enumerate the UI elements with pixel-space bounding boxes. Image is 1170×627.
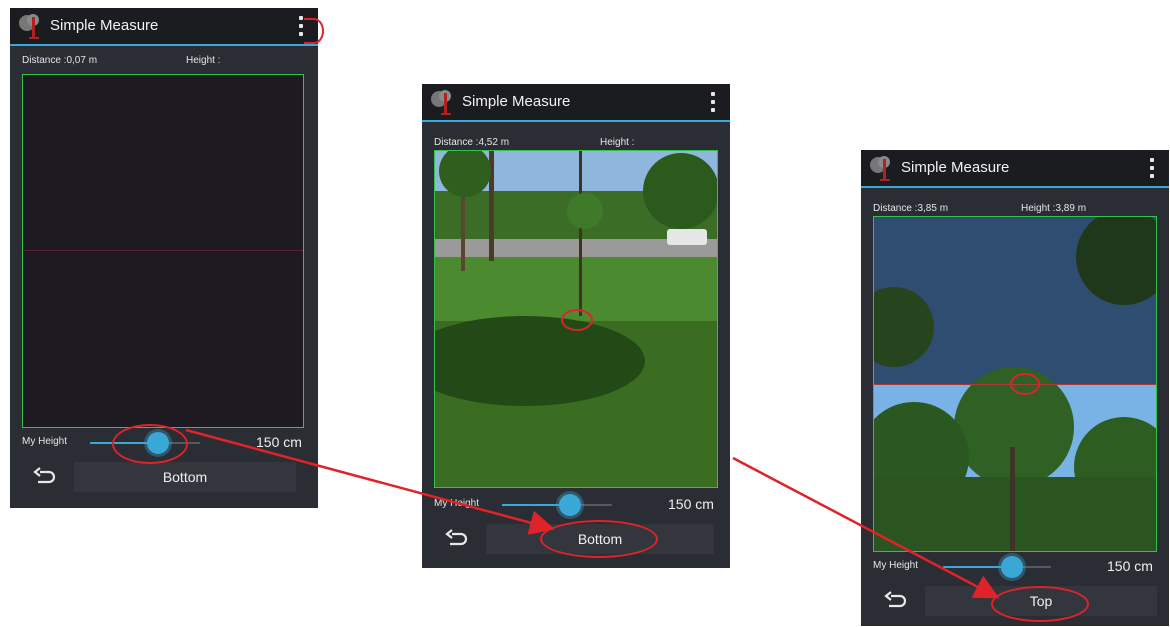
annotation-arrow-1 (185, 428, 555, 535)
annotation-arrow-2 (732, 456, 1000, 599)
annotation-arrows (185, 428, 1000, 599)
